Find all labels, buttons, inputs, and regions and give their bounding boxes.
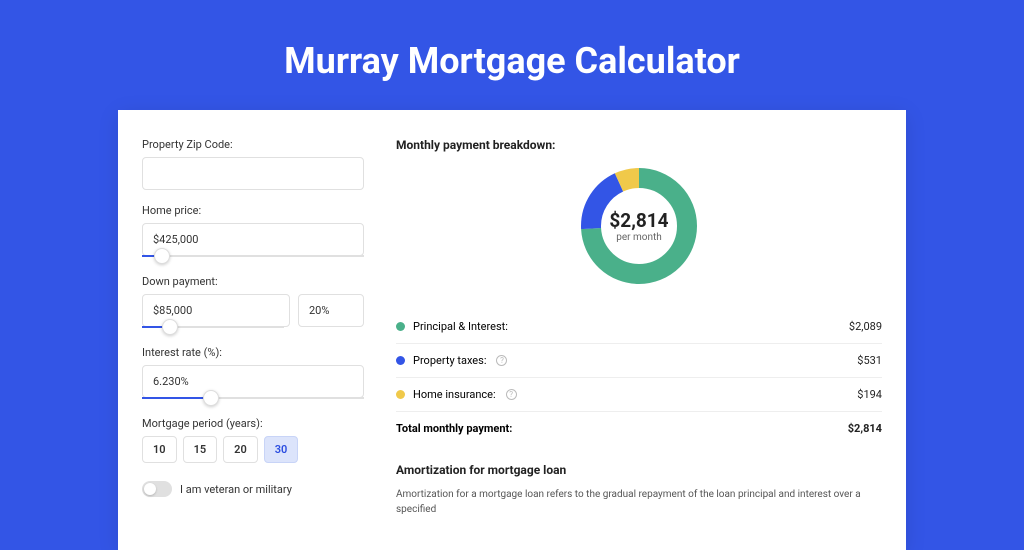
interest-input[interactable] <box>142 365 364 398</box>
veteran-toggle[interactable] <box>142 481 172 497</box>
period-label: Mortgage period (years): <box>142 417 364 430</box>
zip-field: Property Zip Code: <box>142 138 364 190</box>
legend-label: Principal & Interest: <box>413 320 508 333</box>
home-price-input[interactable] <box>142 223 364 256</box>
home-price-slider[interactable] <box>142 255 364 257</box>
period-btn-30[interactable]: 30 <box>264 436 299 463</box>
amortization-text: Amortization for a mortgage loan refers … <box>396 487 882 517</box>
info-icon[interactable]: ? <box>496 355 507 366</box>
down-payment-field: Down payment: <box>142 275 364 328</box>
legend-label: Property taxes: <box>413 354 486 367</box>
breakdown-title: Monthly payment breakdown: <box>396 138 882 152</box>
info-icon[interactable]: ? <box>506 389 517 400</box>
veteran-row: I am veteran or military <box>142 481 364 497</box>
period-field: Mortgage period (years): 10152030 <box>142 417 364 463</box>
interest-field: Interest rate (%): <box>142 346 364 399</box>
amortization-title: Amortization for mortgage loan <box>396 463 882 477</box>
legend-dot <box>396 356 405 365</box>
legend-total-row: Total monthly payment: $2,814 <box>396 412 882 445</box>
legend-row: Property taxes:? $531 <box>396 344 882 378</box>
period-btn-10[interactable]: 10 <box>142 436 177 463</box>
legend-row: Home insurance:? $194 <box>396 378 882 412</box>
breakdown-legend: Principal & Interest: $2,089 Property taxe… <box>396 310 882 445</box>
down-payment-slider[interactable] <box>142 326 284 328</box>
veteran-label: I am veteran or military <box>180 483 292 496</box>
down-payment-label: Down payment: <box>142 275 364 288</box>
home-price-label: Home price: <box>142 204 364 217</box>
zip-input[interactable] <box>142 157 364 190</box>
legend-dot <box>396 322 405 331</box>
period-options: 10152030 <box>142 436 364 463</box>
legend-row: Principal & Interest: $2,089 <box>396 310 882 344</box>
legend-value: $194 <box>857 388 882 401</box>
interest-label: Interest rate (%): <box>142 346 364 359</box>
home-price-field: Home price: <box>142 204 364 257</box>
total-value: $2,814 <box>848 422 882 435</box>
legend-value: $2,089 <box>849 320 882 333</box>
donut-value: $2,814 <box>609 209 668 232</box>
down-payment-pct-input[interactable] <box>298 294 364 327</box>
legend-label: Home insurance: <box>413 388 496 401</box>
calculator-card: Property Zip Code: Home price: Down paym… <box>118 110 906 550</box>
breakdown-donut: $2,814 per month <box>579 166 699 286</box>
interest-slider[interactable] <box>142 397 364 399</box>
input-panel: Property Zip Code: Home price: Down paym… <box>142 138 384 522</box>
donut-sub: per month <box>616 232 662 243</box>
legend-value: $531 <box>857 354 882 367</box>
breakdown-panel: Monthly payment breakdown: $2,814 per mo… <box>384 138 882 522</box>
legend-dot <box>396 390 405 399</box>
total-label: Total monthly payment: <box>396 422 512 435</box>
period-btn-15[interactable]: 15 <box>183 436 218 463</box>
period-btn-20[interactable]: 20 <box>223 436 258 463</box>
amortization-section: Amortization for mortgage loan Amortizat… <box>396 463 882 517</box>
page-title: Murray Mortgage Calculator <box>0 40 1024 82</box>
zip-label: Property Zip Code: <box>142 138 364 151</box>
